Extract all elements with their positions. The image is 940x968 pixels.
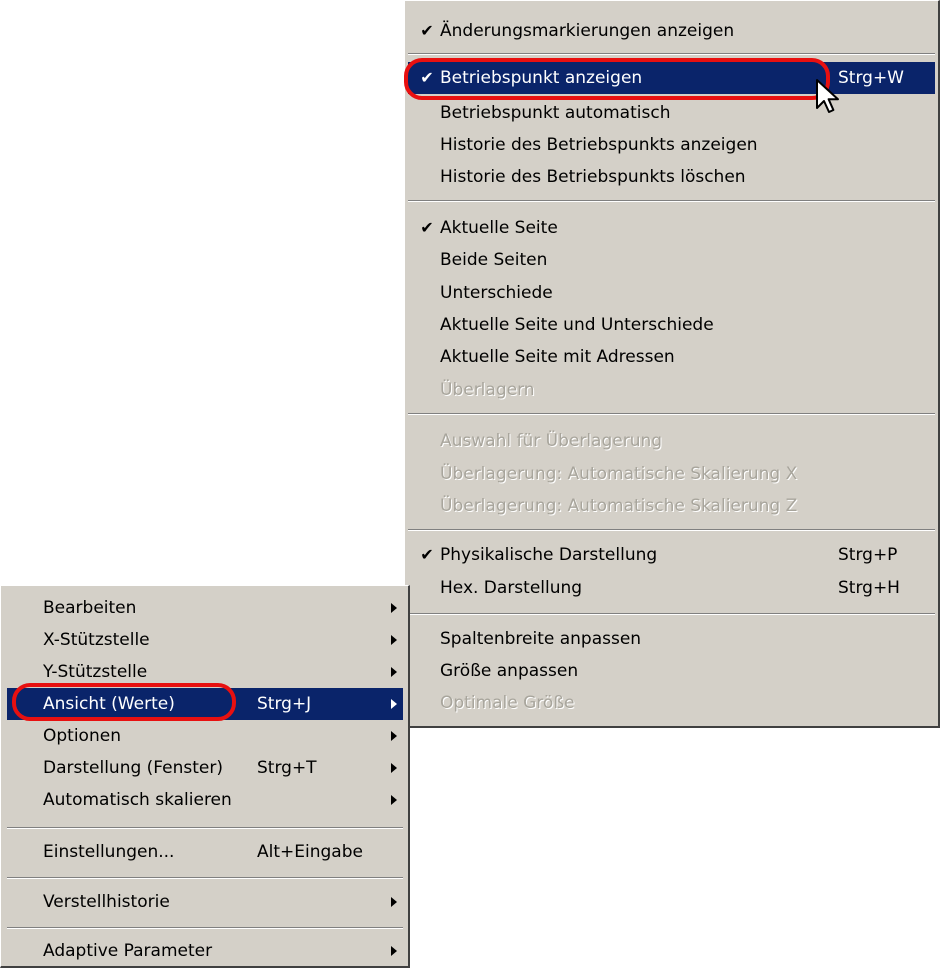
menu-separator <box>7 877 403 879</box>
menu-item-label: Optimale Größe <box>440 693 575 713</box>
menu-item-label: X-Stützstelle <box>43 630 150 650</box>
menu-item-spaltenbreite-anpassen[interactable]: Spaltenbreite anpassen <box>408 623 935 655</box>
menu-item-hex-darstellung[interactable]: Hex. Darstellung Strg+H <box>408 572 935 604</box>
menu-item-physikalische-darstellung[interactable]: ✔ Physikalische Darstellung Strg+P <box>408 539 935 571</box>
menu-item-label: Hex. Darstellung <box>440 578 583 598</box>
checkmark-icon: ✔ <box>420 21 434 40</box>
submenu-arrow-icon <box>391 699 397 709</box>
menu-item-label: Darstellung (Fenster) <box>43 758 223 778</box>
menu-item-historie-loeschen[interactable]: Historie des Betriebspunkts löschen <box>408 161 935 193</box>
menu-item-beide-seiten[interactable]: Beide Seiten <box>408 244 935 276</box>
menu-item-unterschiede[interactable]: Unterschiede <box>408 277 935 309</box>
menu-item-label: Historie des Betriebspunkts löschen <box>440 167 746 187</box>
menu-item-label: Überlagerung: Automatische Skalierung X <box>440 464 798 484</box>
menu-item-shortcut: Alt+Eingabe <box>257 842 363 862</box>
menu-item-shortcut: Strg+W <box>838 68 904 88</box>
submenu-arrow-icon <box>391 635 397 645</box>
menu-item-optimale-groesse: Optimale Größe <box>408 687 935 719</box>
menu-item-label: Optionen <box>43 726 121 746</box>
menu-item-label: Einstellungen... <box>43 842 175 862</box>
menu-item-auswahl-fuer-ueberlagerung: Auswahl für Überlagerung <box>408 425 935 457</box>
view-submenu: ✔ Änderungsmarkierungen anzeigen ✔ Betri… <box>404 0 940 728</box>
menu-item-einstellungen[interactable]: Einstellungen... Alt+Eingabe <box>7 836 403 868</box>
menu-item-label: Aktuelle Seite mit Adressen <box>440 347 675 367</box>
menu-item-historie-anzeigen[interactable]: Historie des Betriebspunkts anzeigen <box>408 129 935 161</box>
menu-item-label: Spaltenbreite anpassen <box>440 629 642 649</box>
menu-item-aktuelle-seite-mit-adressen[interactable]: Aktuelle Seite mit Adressen <box>408 341 935 373</box>
annotation-highlight-betriebspunkt <box>404 58 830 100</box>
menu-item-label: Historie des Betriebspunkts anzeigen <box>440 135 758 155</box>
submenu-arrow-icon <box>391 667 397 677</box>
menu-item-label: Überlagern <box>440 380 535 400</box>
menu-separator <box>408 53 935 55</box>
menu-item-label: Größe anpassen <box>440 661 579 681</box>
menu-item-label: Unterschiede <box>440 283 553 303</box>
menu-item-label: Aktuelle Seite und Unterschiede <box>440 315 714 335</box>
menu-item-label: Beide Seiten <box>440 250 548 270</box>
menu-item-label: Bearbeiten <box>43 598 137 618</box>
menu-item-optionen[interactable]: Optionen <box>7 720 403 752</box>
menu-separator <box>7 827 403 829</box>
submenu-arrow-icon <box>391 795 397 805</box>
menu-item-label: Überlagerung: Automatische Skalierung Z <box>440 496 798 516</box>
submenu-arrow-icon <box>391 946 397 956</box>
menu-item-betriebspunkt-automatisch[interactable]: Betriebspunkt automatisch <box>408 97 935 129</box>
menu-item-label: Adaptive Parameter <box>43 941 213 961</box>
menu-item-label: Verstellhistorie <box>43 892 170 912</box>
menu-separator <box>408 529 935 531</box>
menu-item-ueberlagerung-skalierung-x: Überlagerung: Automatische Skalierung X <box>408 458 935 490</box>
menu-item-aktuelle-seite-und-unterschiede[interactable]: Aktuelle Seite und Unterschiede <box>408 309 935 341</box>
menu-item-adaptive-parameter[interactable]: Adaptive Parameter <box>7 935 403 967</box>
menu-item-shortcut: Strg+J <box>257 694 312 714</box>
menu-item-ueberlagerung-skalierung-z: Überlagerung: Automatische Skalierung Z <box>408 490 935 522</box>
menu-item-label: Änderungsmarkierungen anzeigen <box>440 21 735 41</box>
menu-item-ueberlagern: Überlagern <box>408 374 935 406</box>
menu-item-label: Betriebspunkt automatisch <box>440 103 671 123</box>
menu-item-bearbeiten[interactable]: Bearbeiten <box>7 592 403 624</box>
submenu-arrow-icon <box>391 603 397 613</box>
submenu-arrow-icon <box>391 763 397 773</box>
submenu-arrow-icon <box>391 897 397 907</box>
menu-separator <box>408 413 935 415</box>
menu-item-shortcut: Strg+T <box>257 758 317 778</box>
menu-item-verstellhistorie[interactable]: Verstellhistorie <box>7 886 403 918</box>
menu-item-label: Automatisch skalieren <box>43 790 232 810</box>
menu-separator <box>408 613 935 615</box>
menu-item-automatisch-skalieren[interactable]: Automatisch skalieren <box>7 784 403 816</box>
menu-item-groesse-anpassen[interactable]: Größe anpassen <box>408 655 935 687</box>
menu-item-aenderungsmarkierungen[interactable]: ✔ Änderungsmarkierungen anzeigen <box>408 15 935 47</box>
menu-item-label: Physikalische Darstellung <box>440 545 658 565</box>
annotation-highlight-ansicht-werte <box>12 683 236 721</box>
menu-item-shortcut: Strg+P <box>838 545 898 565</box>
mouse-cursor-icon <box>816 79 839 113</box>
menu-item-label: Auswahl für Überlagerung <box>440 431 663 451</box>
context-menu: Bearbeiten X-Stützstelle Y-Stützstelle A… <box>0 585 410 968</box>
menu-item-label: Aktuelle Seite <box>440 218 558 238</box>
submenu-arrow-icon <box>391 731 397 741</box>
menu-separator <box>7 927 403 929</box>
checkmark-icon: ✔ <box>420 545 434 564</box>
menu-item-shortcut: Strg+H <box>838 578 900 598</box>
menu-item-darstellung-fenster[interactable]: Darstellung (Fenster) Strg+T <box>7 752 403 784</box>
menu-separator <box>408 200 935 202</box>
menu-item-x-stuetzstelle[interactable]: X-Stützstelle <box>7 624 403 656</box>
menu-item-aktuelle-seite[interactable]: ✔ Aktuelle Seite <box>408 212 935 244</box>
checkmark-icon: ✔ <box>420 218 434 237</box>
